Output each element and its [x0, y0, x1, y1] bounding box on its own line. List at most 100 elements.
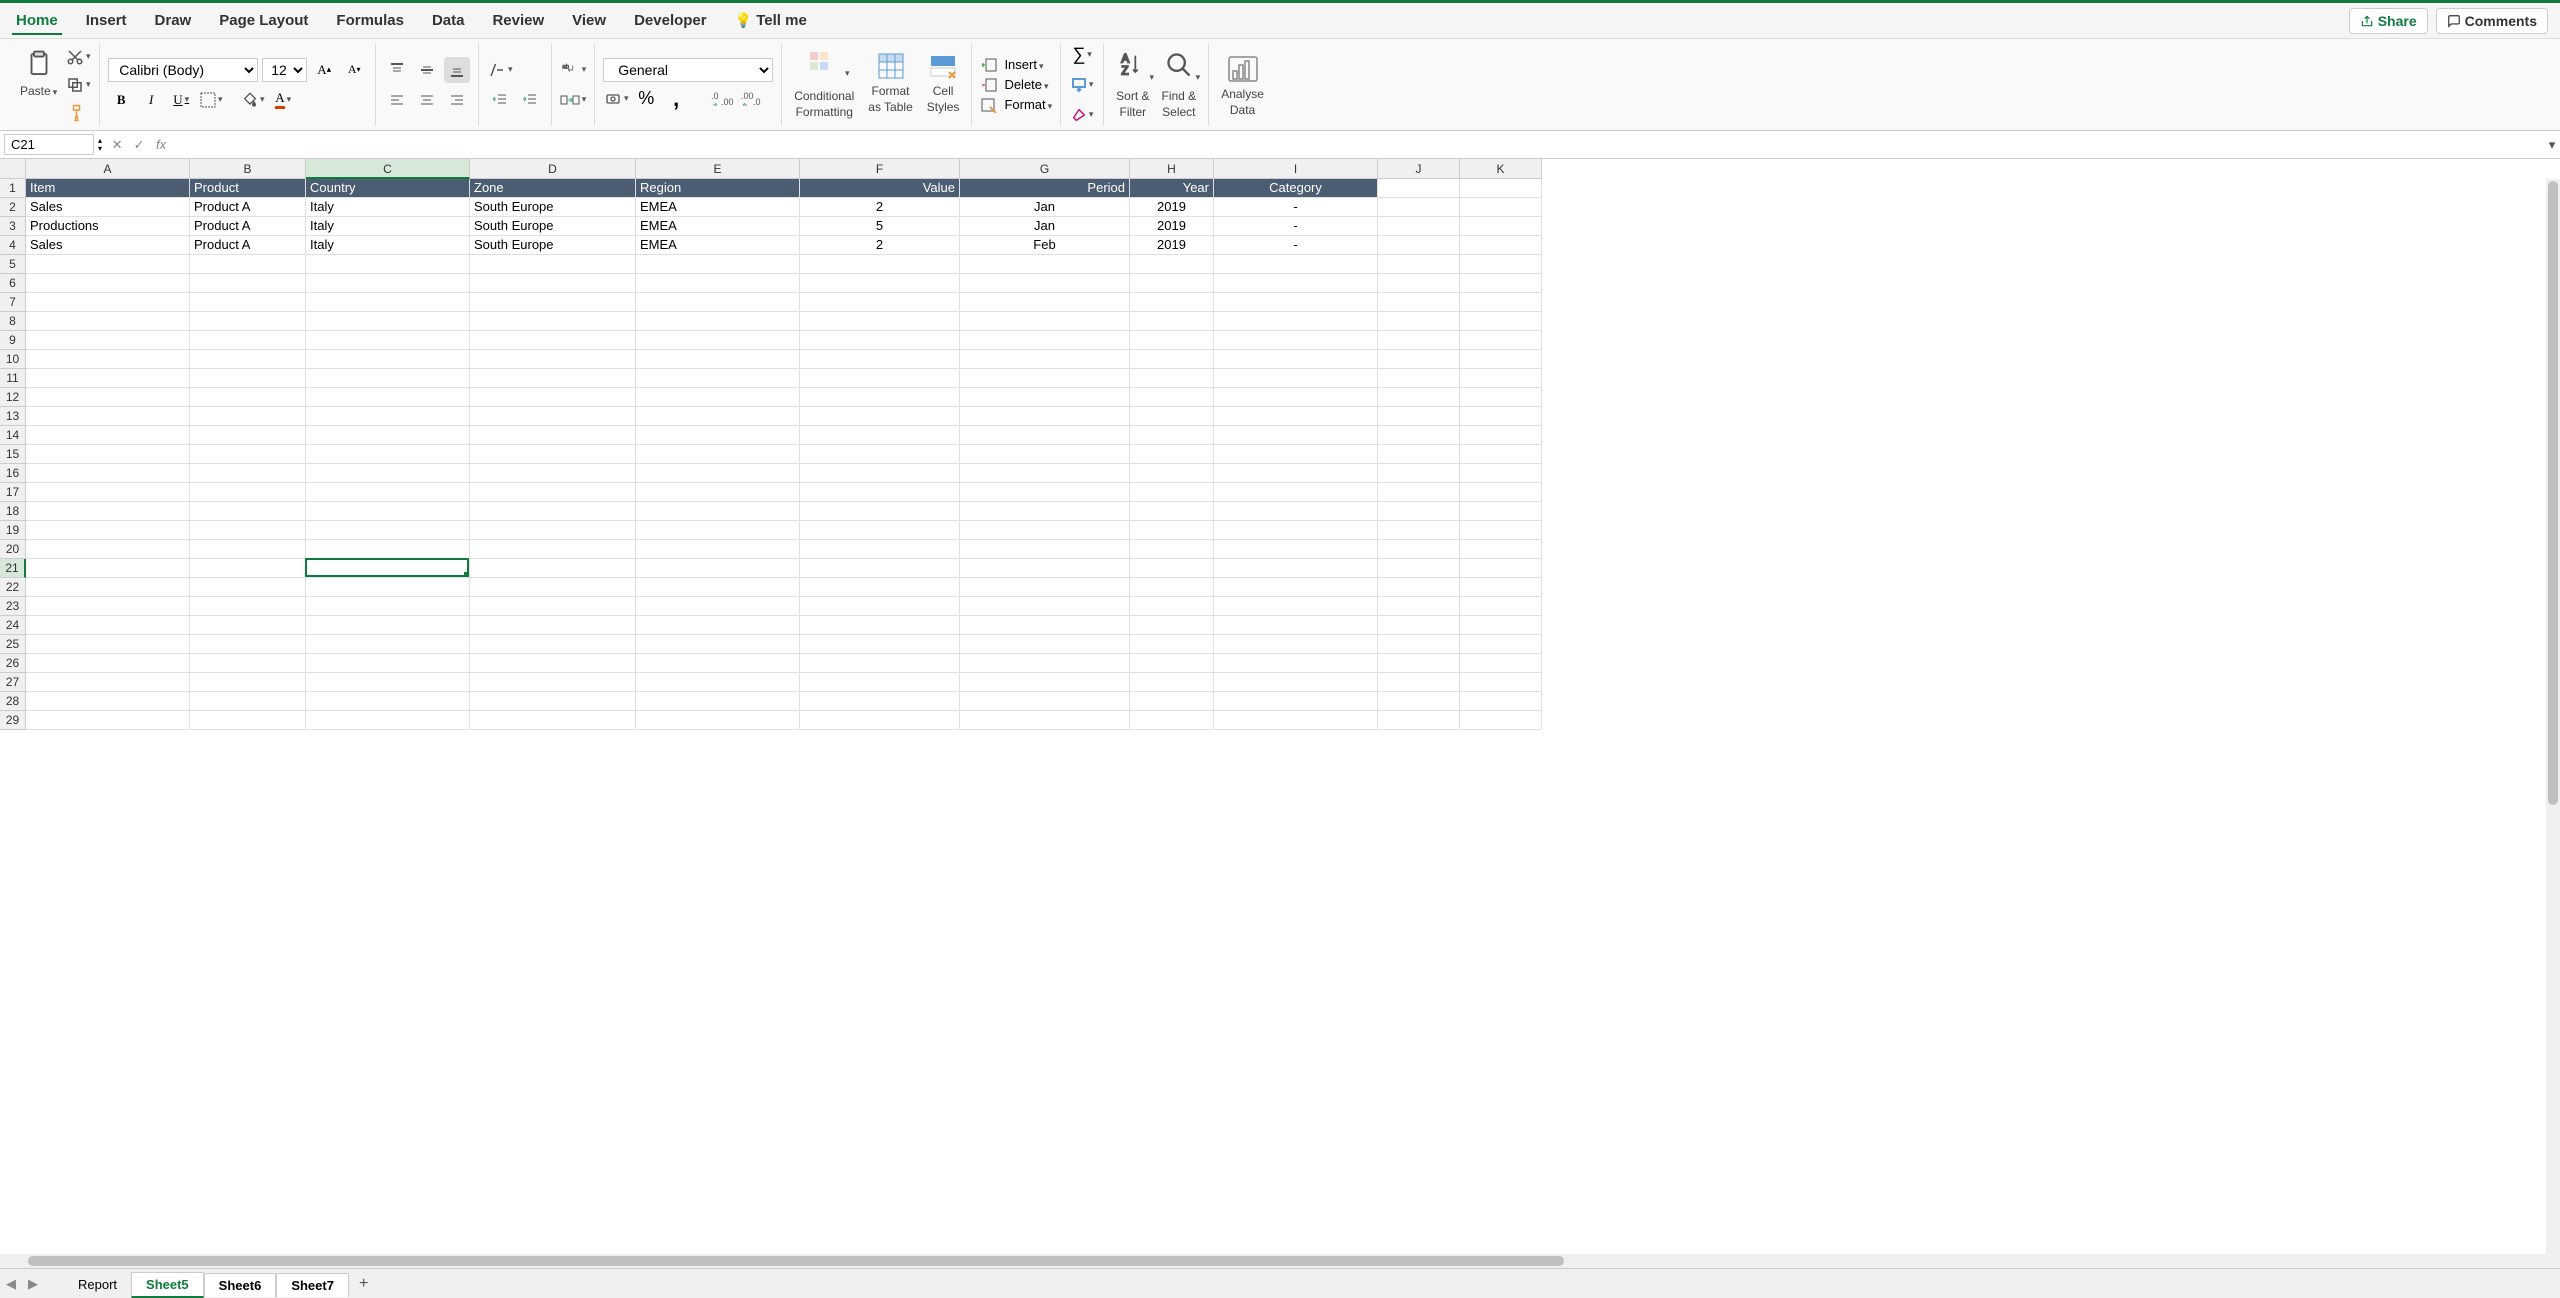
cell-G25[interactable] [960, 635, 1130, 654]
cell-H20[interactable] [1130, 540, 1214, 559]
insert-cells-button[interactable]: Insert [980, 57, 1052, 73]
cell-C28[interactable] [306, 692, 470, 711]
cell-H23[interactable] [1130, 597, 1214, 616]
cell-J9[interactable] [1378, 331, 1460, 350]
cell-K8[interactable] [1460, 312, 1542, 331]
column-header-C[interactable]: C [306, 159, 470, 179]
cell-D20[interactable] [470, 540, 636, 559]
cell-E23[interactable] [636, 597, 800, 616]
cell-I13[interactable] [1214, 407, 1378, 426]
cell-I5[interactable] [1214, 255, 1378, 274]
cell-H4[interactable]: 2019 [1130, 236, 1214, 255]
cell-I1[interactable]: Category [1214, 179, 1378, 198]
row-header-20[interactable]: 20 [0, 540, 26, 559]
cell-A3[interactable]: Productions [26, 217, 190, 236]
cell-I2[interactable]: - [1214, 198, 1378, 217]
cell-B20[interactable] [190, 540, 306, 559]
cell-I4[interactable]: - [1214, 236, 1378, 255]
cell-K10[interactable] [1460, 350, 1542, 369]
add-sheet-button[interactable]: + [349, 1271, 378, 1297]
orientation-button[interactable] [487, 57, 513, 83]
selected-cell[interactable] [305, 558, 469, 577]
cell-H11[interactable] [1130, 369, 1214, 388]
share-button[interactable]: Share [2349, 8, 2428, 34]
cell-D17[interactable] [470, 483, 636, 502]
row-header-22[interactable]: 22 [0, 578, 26, 597]
cell-C7[interactable] [306, 293, 470, 312]
cell-G14[interactable] [960, 426, 1130, 445]
cell-B22[interactable] [190, 578, 306, 597]
cell-E10[interactable] [636, 350, 800, 369]
cell-F11[interactable] [800, 369, 960, 388]
cell-G23[interactable] [960, 597, 1130, 616]
cell-C29[interactable] [306, 711, 470, 730]
column-header-G[interactable]: G [960, 159, 1130, 179]
cell-C17[interactable] [306, 483, 470, 502]
cell-B26[interactable] [190, 654, 306, 673]
cell-K1[interactable] [1460, 179, 1542, 198]
cell-I28[interactable] [1214, 692, 1378, 711]
cell-J26[interactable] [1378, 654, 1460, 673]
cell-G9[interactable] [960, 331, 1130, 350]
row-header-1[interactable]: 1 [0, 179, 26, 198]
cell-F16[interactable] [800, 464, 960, 483]
borders-button[interactable] [198, 87, 224, 113]
autosum-button[interactable]: ∑ [1069, 42, 1095, 68]
cell-G26[interactable] [960, 654, 1130, 673]
cell-E6[interactable] [636, 274, 800, 293]
cell-J1[interactable] [1378, 179, 1460, 198]
cell-C6[interactable] [306, 274, 470, 293]
row-header-14[interactable]: 14 [0, 426, 26, 445]
cell-H16[interactable] [1130, 464, 1214, 483]
cell-K23[interactable] [1460, 597, 1542, 616]
cell-D19[interactable] [470, 521, 636, 540]
cell-D24[interactable] [470, 616, 636, 635]
cell-G6[interactable] [960, 274, 1130, 293]
cell-J5[interactable] [1378, 255, 1460, 274]
cell-D29[interactable] [470, 711, 636, 730]
cell-C24[interactable] [306, 616, 470, 635]
cell-I25[interactable] [1214, 635, 1378, 654]
decrease-decimal-button[interactable]: .00.0 [739, 86, 765, 112]
cell-J14[interactable] [1378, 426, 1460, 445]
cell-H13[interactable] [1130, 407, 1214, 426]
cell-J4[interactable] [1378, 236, 1460, 255]
format-cells-button[interactable]: Format [980, 97, 1052, 113]
ribbon-tab-draw[interactable]: Draw [151, 6, 196, 35]
cell-G11[interactable] [960, 369, 1130, 388]
cell-D21[interactable] [470, 559, 636, 578]
cell-H27[interactable] [1130, 673, 1214, 692]
column-header-J[interactable]: J [1378, 159, 1460, 179]
cell-K22[interactable] [1460, 578, 1542, 597]
sheet-tab-report[interactable]: Report [64, 1273, 131, 1296]
cell-H15[interactable] [1130, 445, 1214, 464]
cell-E21[interactable] [636, 559, 800, 578]
cell-F3[interactable]: 5 [800, 217, 960, 236]
cell-C11[interactable] [306, 369, 470, 388]
cell-J7[interactable] [1378, 293, 1460, 312]
cell-D14[interactable] [470, 426, 636, 445]
align-left-button[interactable] [384, 87, 410, 113]
cell-I19[interactable] [1214, 521, 1378, 540]
name-box-down[interactable]: ▾ [98, 145, 102, 153]
cell-A17[interactable] [26, 483, 190, 502]
cell-D27[interactable] [470, 673, 636, 692]
cell-C4[interactable]: Italy [306, 236, 470, 255]
cell-J22[interactable] [1378, 578, 1460, 597]
cell-D12[interactable] [470, 388, 636, 407]
cell-G5[interactable] [960, 255, 1130, 274]
cell-D15[interactable] [470, 445, 636, 464]
cell-E7[interactable] [636, 293, 800, 312]
paste-button[interactable]: Paste [16, 44, 61, 126]
name-box[interactable] [4, 134, 94, 155]
cell-E22[interactable] [636, 578, 800, 597]
increase-indent-button[interactable] [517, 87, 543, 113]
fx-icon[interactable]: fx [150, 137, 172, 152]
copy-button[interactable] [65, 72, 91, 98]
cell-E29[interactable] [636, 711, 800, 730]
cell-J13[interactable] [1378, 407, 1460, 426]
cell-C1[interactable]: Country [306, 179, 470, 198]
format-painter-button[interactable] [65, 100, 91, 126]
row-header-8[interactable]: 8 [0, 312, 26, 331]
cell-E19[interactable] [636, 521, 800, 540]
